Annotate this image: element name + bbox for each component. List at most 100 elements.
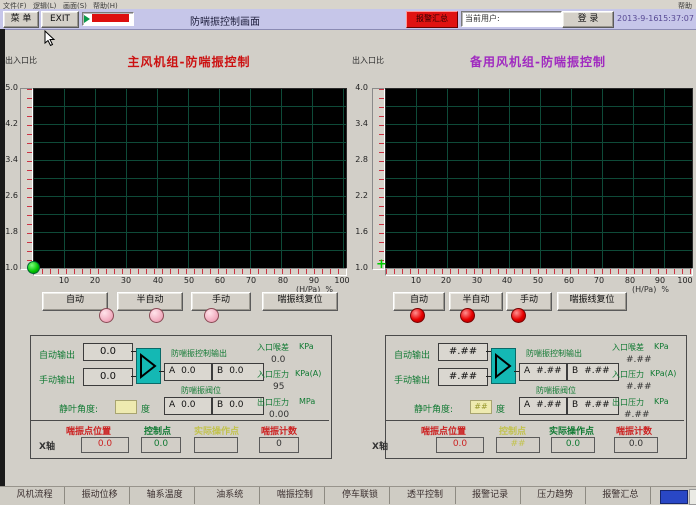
nav-item-alarm-record[interactable]: 报警记录: [461, 487, 521, 504]
y-tick: 1.6: [350, 227, 368, 236]
control-output-b-value: #.##: [584, 366, 609, 376]
nav-item-alarm-summary[interactable]: 报警汇总: [591, 487, 651, 504]
backup-semi-auto-button[interactable]: 半自动: [449, 292, 503, 311]
inlet-dp-value: #.##: [626, 355, 651, 365]
manual-output-field[interactable]: #.##: [438, 368, 488, 386]
x-tick: 10: [52, 276, 76, 285]
manual-output-field[interactable]: 0.0: [83, 368, 133, 386]
valve-a-display: A #.##: [519, 397, 567, 415]
inlet-dp-unit: KPa: [654, 342, 669, 351]
alarm-summary-button[interactable]: 报警汇总: [406, 11, 458, 28]
main-surge-line-reset-button[interactable]: 喘振线复位: [262, 292, 338, 311]
exit-button[interactable]: EXIT: [41, 11, 79, 28]
nav-item-shutdown-interlock[interactable]: 停车联锁: [330, 487, 390, 504]
backup-manual-button[interactable]: 手动: [506, 292, 552, 311]
x-tick: 90: [648, 276, 672, 285]
backup-y-axis-label: 出入口比: [352, 55, 384, 66]
nav-item-fan-process[interactable]: 风机流程: [5, 487, 65, 504]
control-output-a-value: 0.0: [181, 366, 195, 376]
y-tick: 1.0: [0, 263, 18, 272]
surge-count-header: 喘振计数: [616, 424, 652, 437]
nav-item-surge-control[interactable]: 喘振控制: [265, 487, 325, 504]
inlet-pressure-unit: KPa(A): [295, 369, 321, 378]
x-tick: 70: [239, 276, 263, 285]
a-label: A: [169, 366, 175, 376]
operating-point-marker-backup: +: [376, 257, 387, 272]
y-tick: 1.8: [0, 227, 18, 236]
control-output-b-value: 0.0: [229, 366, 243, 376]
login-button[interactable]: 登 录: [562, 11, 614, 28]
b-label: B: [217, 400, 223, 410]
nav-item-vibration[interactable]: 振动位移: [70, 487, 130, 504]
bottom-nav-bar: 风机流程 振动位移 轴系温度 油系统 喘振控制 停车联锁 透平控制 报警记录 压…: [0, 486, 696, 505]
mouse-cursor: [44, 30, 56, 47]
vane-angle-field[interactable]: [115, 400, 137, 414]
a-label: A: [524, 400, 530, 410]
x-tick: 80: [271, 276, 295, 285]
outlet-pressure-label: 出口压力: [612, 397, 644, 408]
backup-surge-line-reset-button[interactable]: 喘振线复位: [557, 292, 627, 311]
outlet-pressure-label: 出口压力: [257, 397, 289, 408]
y-tick: 3.4: [350, 119, 368, 128]
nav-item-oil-system[interactable]: 油系统: [200, 487, 260, 504]
y-tick: 1.0: [350, 263, 368, 272]
main-semi-auto-button[interactable]: 半自动: [117, 292, 183, 311]
b-label: B: [572, 366, 578, 376]
panel-divider: [31, 420, 329, 421]
backup-y-axis-ruler: [372, 88, 385, 270]
control-output-label: 防喘振控制输出: [526, 348, 582, 359]
menu-button[interactable]: 菜 单: [3, 11, 39, 28]
inlet-dp-value: 0.0: [271, 355, 285, 365]
main-fan-chart-title: 主风机组-防喘振控制: [33, 53, 345, 70]
resize-grip: [689, 489, 696, 505]
screen-title: 防喘振控制画面: [155, 13, 295, 28]
inlet-pressure-label: 入口压力: [257, 369, 289, 380]
vane-angle-unit: 度: [496, 402, 505, 415]
inlet-dp-label: 入口喉差: [612, 342, 644, 353]
nav-selected-box[interactable]: [660, 490, 688, 504]
auto-output-field[interactable]: 0.0: [83, 343, 133, 361]
nav-item-shaft-temperature[interactable]: 轴系温度: [135, 487, 195, 504]
x-tick: 30: [465, 276, 489, 285]
date-display: 2013-9-16: [617, 14, 658, 23]
y-tick: 3.4: [0, 155, 18, 164]
current-user-field[interactable]: 当前用户:: [461, 11, 562, 27]
operating-point-marker-main: [27, 261, 40, 274]
auto-output-label: 自动输出: [394, 348, 430, 361]
inlet-pressure-unit: KPa(A): [650, 369, 676, 378]
toolbar: 菜 单 EXIT 防喘振控制画面 报警汇总 当前用户: 登 录 2013-9-1…: [0, 9, 696, 30]
y-tick: 4.2: [0, 119, 18, 128]
inlet-pressure-value: #.##: [626, 382, 651, 392]
valve-b-value: #.##: [584, 400, 609, 410]
x-tick: 20: [434, 276, 458, 285]
inlet-dp-label: 入口喉差: [257, 342, 289, 353]
vane-angle-field[interactable]: ##: [470, 400, 492, 414]
auto-output-field[interactable]: #.##: [438, 343, 488, 361]
a-label: A: [524, 366, 530, 376]
surge-point-header: 喘振点位置: [66, 424, 111, 437]
main-manual-indicator: [204, 308, 219, 323]
control-output-a-display: A #.##: [519, 363, 567, 381]
manual-output-label: 手动输出: [394, 373, 430, 386]
main-auto-button[interactable]: 自动: [42, 292, 108, 311]
operating-point-header: 实际操作点: [549, 424, 594, 437]
auto-output-label: 自动输出: [39, 348, 75, 361]
x-tick: 80: [618, 276, 642, 285]
control-output-a-value: #.##: [536, 366, 561, 376]
y-tick: 2.8: [350, 155, 368, 164]
main-manual-button[interactable]: 手动: [191, 292, 251, 311]
nav-item-turbine-control[interactable]: 透平控制: [396, 487, 456, 504]
backup-auto-indicator: [410, 308, 425, 323]
surge-count-header: 喘振计数: [261, 424, 297, 437]
x-tick: 20: [83, 276, 107, 285]
output-selector-switch[interactable]: [491, 348, 516, 384]
backup-control-panel: 自动输出 #.## 手动输出 #.## 防喘振控制输出 A#.## B#.## …: [385, 335, 687, 459]
outlet-pressure-unit: MPa: [299, 397, 315, 406]
b-label: B: [217, 366, 223, 376]
x-tick: 10: [404, 276, 428, 285]
main-y-axis-ruler: [20, 88, 33, 270]
nav-item-pressure-trend[interactable]: 压力趋势: [526, 487, 586, 504]
output-selector-switch[interactable]: [136, 348, 161, 384]
valve-a-value: #.##: [536, 400, 561, 410]
control-output-label: 防喘振控制输出: [171, 348, 227, 359]
